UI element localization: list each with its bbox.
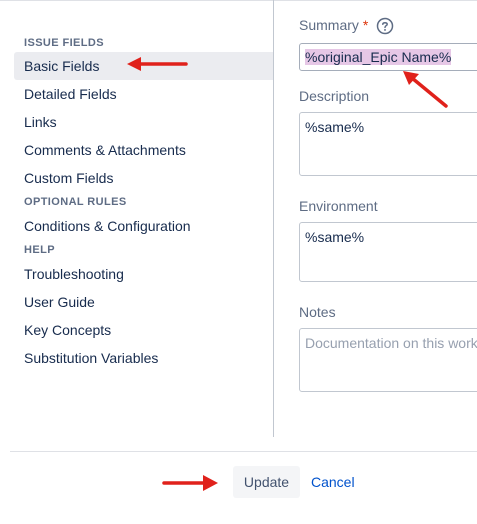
required-marker: * bbox=[362, 17, 369, 33]
notes-textarea[interactable]: Documentation on this workf bbox=[299, 328, 477, 392]
help-icon[interactable] bbox=[376, 17, 394, 35]
description-label: Description bbox=[299, 88, 370, 104]
notes-label: Notes bbox=[299, 304, 336, 320]
sidebar-item-user-guide[interactable]: User Guide bbox=[14, 288, 273, 316]
environment-label: Environment bbox=[299, 198, 378, 214]
heading-optional-rules: OPTIONAL RULES bbox=[24, 196, 127, 208]
sidebar-divider bbox=[273, 0, 274, 437]
sidebar-item-troubleshooting[interactable]: Troubleshooting bbox=[14, 260, 273, 288]
sidebar-item-substitution-variables[interactable]: Substitution Variables bbox=[14, 344, 273, 372]
sidebar-item-key-concepts[interactable]: Key Concepts bbox=[14, 316, 273, 344]
annotation-arrow-left bbox=[127, 57, 188, 71]
footer-divider bbox=[10, 451, 477, 452]
heading-help: HELP bbox=[24, 244, 55, 256]
summary-label: Summary * bbox=[299, 17, 368, 33]
update-button[interactable]: Update bbox=[233, 466, 300, 498]
annotation-arrow-right bbox=[162, 475, 218, 491]
summary-value: %original_Epic Name% bbox=[305, 49, 452, 65]
sidebar-item-detailed-fields[interactable]: Detailed Fields bbox=[14, 80, 273, 108]
environment-textarea[interactable]: %same% bbox=[299, 222, 477, 282]
summary-label-text: Summary bbox=[299, 17, 359, 33]
sidebar-item-links[interactable]: Links bbox=[14, 108, 273, 136]
summary-input[interactable]: %original_Epic Name% bbox=[299, 43, 477, 71]
top-border bbox=[0, 0, 477, 1]
sidebar-item-conditions-configuration[interactable]: Conditions & Configuration bbox=[14, 212, 273, 240]
sidebar-item-custom-fields[interactable]: Custom Fields bbox=[14, 164, 273, 192]
cancel-button[interactable]: Cancel bbox=[311, 466, 355, 498]
description-textarea[interactable]: %same% bbox=[299, 112, 477, 176]
annotation-arrow-up-left bbox=[403, 71, 448, 108]
heading-issue-fields: ISSUE FIELDS bbox=[24, 37, 104, 49]
sidebar-item-comments-attachments[interactable]: Comments & Attachments bbox=[14, 136, 273, 164]
